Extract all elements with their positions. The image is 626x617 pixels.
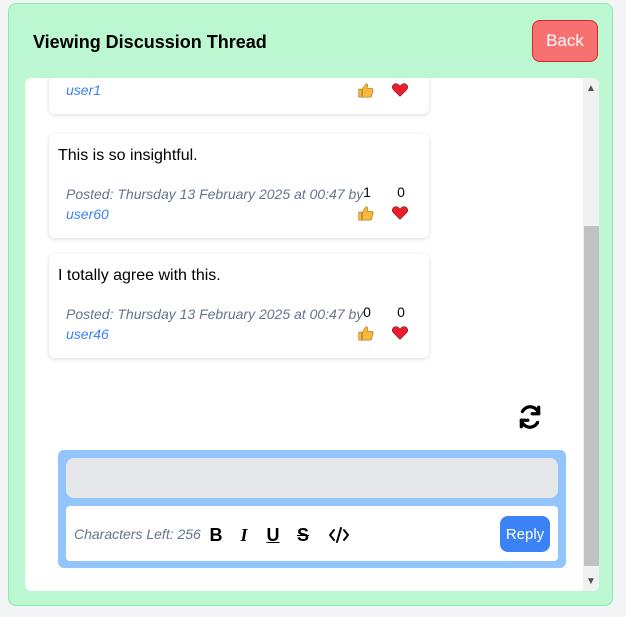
- post-author-link[interactable]: user46: [66, 324, 363, 344]
- italic-icon[interactable]: I: [232, 523, 256, 547]
- heart-icon[interactable]: [391, 204, 409, 222]
- post-date: Posted: Thursday 13 February 2025 at 00:…: [66, 186, 364, 202]
- refresh-icon[interactable]: [517, 404, 543, 430]
- reply-composer: Characters Left: 256 B I U S Reply: [58, 450, 566, 568]
- scroll-thumb[interactable]: [584, 226, 599, 566]
- scroll-down-icon[interactable]: ▼: [583, 573, 599, 589]
- thread-panel: Viewing Discussion Thread Back user1 Thi…: [8, 3, 613, 606]
- thumbs-up-icon[interactable]: [357, 81, 375, 99]
- reply-input[interactable]: [66, 458, 558, 498]
- heart-icon[interactable]: [391, 81, 409, 99]
- like-count: 0: [363, 304, 371, 320]
- scrollbar[interactable]: ▲ ▼: [583, 78, 599, 591]
- thumbs-up-icon[interactable]: [357, 324, 375, 342]
- composer-toolbar: Characters Left: 256 B I U S Reply: [66, 506, 558, 561]
- post-card: This is so insightful. Posted: Thursday …: [49, 134, 429, 238]
- post-meta: Posted: Thursday 13 February 2025 at 00:…: [66, 184, 363, 224]
- heart-icon[interactable]: [391, 324, 409, 342]
- post-card: user1: [49, 78, 429, 114]
- bold-icon[interactable]: B: [204, 523, 228, 547]
- underline-icon[interactable]: U: [261, 523, 285, 547]
- heart-count: 0: [397, 304, 405, 320]
- thumbs-up-icon[interactable]: [357, 204, 375, 222]
- thread-content[interactable]: user1 This is so insightful. Posted: Thu…: [25, 78, 599, 591]
- post-text: This is so insightful.: [58, 147, 198, 164]
- heart-count: 0: [397, 184, 405, 200]
- page-title: Viewing Discussion Thread: [33, 32, 267, 52]
- post-author-link[interactable]: user60: [66, 204, 363, 224]
- post-card: I totally agree with this. Posted: Thurs…: [49, 254, 429, 358]
- back-button[interactable]: Back: [532, 20, 598, 62]
- reply-button[interactable]: Reply: [500, 516, 550, 552]
- post-author-link[interactable]: user1: [66, 82, 101, 98]
- like-count: 1: [363, 184, 371, 200]
- code-icon[interactable]: [326, 523, 352, 547]
- scroll-up-icon[interactable]: ▲: [583, 80, 599, 96]
- post-date: Posted: Thursday 13 February 2025 at 00:…: [66, 306, 364, 322]
- post-text: I totally agree with this.: [58, 267, 221, 284]
- post-meta: Posted: Thursday 13 February 2025 at 00:…: [66, 304, 363, 344]
- characters-left: Characters Left: 256: [74, 526, 201, 542]
- strikethrough-icon[interactable]: S: [291, 523, 315, 547]
